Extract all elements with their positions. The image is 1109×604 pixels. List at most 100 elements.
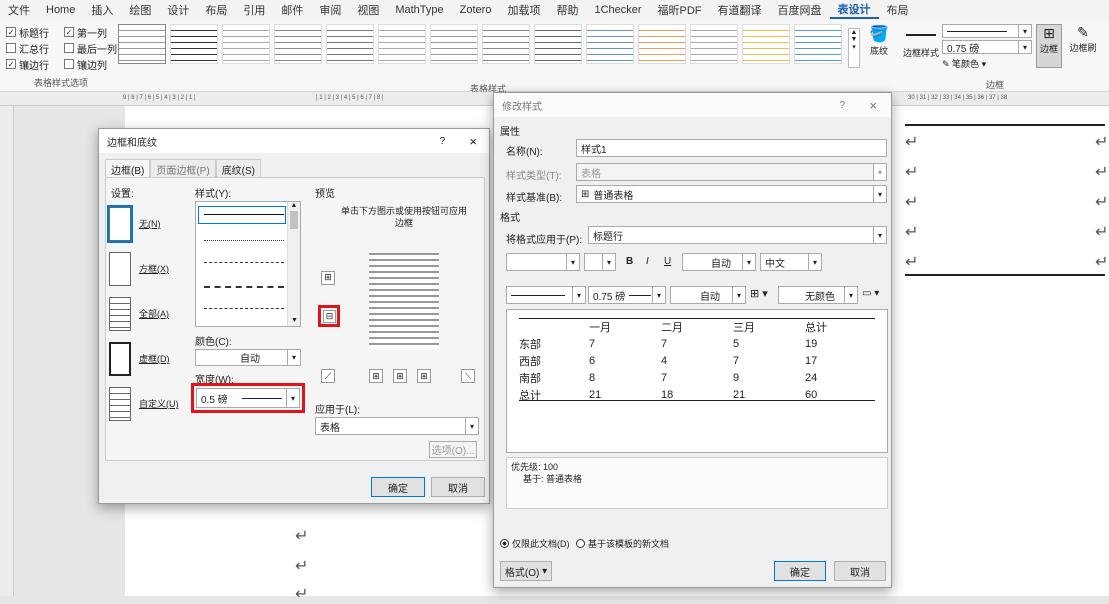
- table-style-thumbnail[interactable]: [534, 24, 582, 64]
- line-width-select[interactable]: 0.75 磅 ▾: [588, 286, 666, 304]
- table-option-checkbox[interactable]: ✓ 标题行: [6, 24, 64, 40]
- setting-option[interactable]: 无(N): [107, 201, 189, 246]
- close-icon[interactable]: ×: [469, 134, 477, 149]
- menu-item[interactable]: 有道翻译: [710, 2, 770, 18]
- table-style-thumbnail[interactable]: [378, 24, 426, 64]
- table-option-checkbox[interactable]: 镶边列: [64, 56, 122, 72]
- table-style-thumbnail[interactable]: [638, 24, 686, 64]
- menu-item[interactable]: 表设计: [829, 1, 879, 19]
- border-toggle-button[interactable]: ⊞: [417, 369, 431, 383]
- menu-item[interactable]: 百度网盘: [770, 2, 830, 18]
- menu-item[interactable]: 绘图: [121, 2, 159, 18]
- table-style-thumbnail[interactable]: [430, 24, 478, 64]
- ok-button[interactable]: 确定: [774, 561, 826, 581]
- gallery-scroll[interactable]: ▲ ▼ ▾: [848, 28, 860, 68]
- shading-icon[interactable]: ▭ ▾: [862, 288, 879, 299]
- pen-style-select[interactable]: ▾: [942, 24, 1032, 38]
- menu-item[interactable]: 邮件: [273, 2, 311, 18]
- menu-item[interactable]: 布局: [879, 2, 917, 18]
- width-select[interactable]: 0.5 磅 ▾: [196, 388, 300, 408]
- border-toggle-button[interactable]: ⟋: [321, 369, 335, 383]
- shading-button[interactable]: 🪣 底纹: [864, 24, 894, 57]
- table-style-thumbnail[interactable]: [742, 24, 790, 64]
- menu-item[interactable]: MathType: [387, 4, 451, 16]
- line-style-list[interactable]: ▲ ▼: [195, 201, 301, 327]
- table-style-thumbnail[interactable]: [482, 24, 530, 64]
- table-option-checkbox[interactable]: ✓ 镶边行: [6, 56, 64, 72]
- pen-color-button[interactable]: ✎ 笔颜色 ▾: [942, 57, 1032, 70]
- apply-to-select[interactable]: 表格 ▾: [315, 417, 479, 435]
- help-icon[interactable]: ?: [439, 136, 445, 147]
- pen-weight-select[interactable]: 0.75 磅 ▾: [942, 40, 1032, 55]
- table-cell: 9: [733, 371, 740, 384]
- border-toggle-button[interactable]: ⊞: [369, 369, 383, 383]
- italic-button[interactable]: I: [646, 256, 649, 267]
- border-icon[interactable]: ⊞ ▾: [750, 287, 768, 300]
- table-style-thumbnail[interactable]: [794, 24, 842, 64]
- table-option-checkbox[interactable]: ✓ 第一列: [64, 24, 122, 40]
- language-select[interactable]: 中文 ▾: [760, 253, 822, 271]
- tab-1[interactable]: 页面边框(P): [150, 159, 216, 179]
- help-icon[interactable]: ?: [839, 100, 845, 111]
- style-based-select[interactable]: ⊞ 普通表格 ▾: [576, 185, 887, 203]
- border-toggle-button[interactable]: ⊞: [393, 369, 407, 383]
- menu-item[interactable]: 文件: [0, 2, 38, 18]
- cancel-button[interactable]: 取消: [834, 561, 886, 581]
- menu-item[interactable]: 插入: [83, 2, 121, 18]
- font-size-select[interactable]: ▾: [584, 253, 616, 271]
- border-styles-button[interactable]: 边框样式: [902, 28, 940, 59]
- table-style-thumbnail[interactable]: [118, 24, 166, 64]
- setting-option[interactable]: 虚框(D): [109, 336, 189, 381]
- border-painter-button[interactable]: ✎ 边框刷: [1066, 24, 1100, 54]
- border-top-button[interactable]: ⊞: [321, 271, 335, 285]
- options-button[interactable]: 选项(O)...: [429, 441, 477, 458]
- bold-button[interactable]: B: [626, 256, 633, 267]
- font-color-select[interactable]: 自动 ▾: [682, 253, 756, 271]
- borders-button[interactable]: ⊞ 边框: [1036, 24, 1062, 68]
- cancel-button[interactable]: 取消: [431, 477, 485, 497]
- table-style-thumbnail[interactable]: [690, 24, 738, 64]
- table-style-thumbnail[interactable]: [586, 24, 634, 64]
- font-name-select[interactable]: ▾: [506, 253, 580, 271]
- scrollbar[interactable]: ▲ ▼: [287, 202, 300, 326]
- table-cell: 60: [805, 388, 818, 401]
- preview-diagram[interactable]: [369, 253, 439, 349]
- table-style-thumbnail[interactable]: [274, 24, 322, 64]
- radio-new-documents[interactable]: 基于该模板的新文档: [576, 537, 669, 550]
- radio-this-document[interactable]: 仅限此文档(D): [500, 537, 570, 550]
- line-style-select[interactable]: ▾: [506, 286, 586, 304]
- menu-item[interactable]: Home: [38, 4, 83, 16]
- border-toggle-button[interactable]: ⟍: [461, 369, 475, 383]
- close-icon[interactable]: ×: [869, 98, 877, 113]
- color-select[interactable]: 自动 ▾: [195, 349, 301, 366]
- tab-2[interactable]: 底纹(S): [215, 159, 262, 179]
- inside-horizontal-button[interactable]: ⊟: [323, 310, 336, 323]
- menu-item[interactable]: 审阅: [311, 2, 349, 18]
- format-button[interactable]: 格式(O) ▾: [500, 561, 552, 581]
- menu-item[interactable]: 布局: [197, 2, 235, 18]
- setting-option[interactable]: 自定义(U): [109, 381, 189, 426]
- table-option-checkbox[interactable]: 汇总行: [6, 40, 64, 56]
- apply-format-select[interactable]: 标题行 ▾: [588, 226, 887, 244]
- setting-preview-icon: [109, 341, 131, 376]
- tab-0[interactable]: 边框(B): [105, 159, 151, 179]
- menu-item[interactable]: 设计: [159, 2, 197, 18]
- setting-option[interactable]: 方框(X): [109, 246, 189, 291]
- menu-item[interactable]: 加载项: [499, 2, 548, 18]
- menu-item[interactable]: 引用: [235, 2, 273, 18]
- shading-color-select[interactable]: 无颜色 ▾: [778, 286, 858, 304]
- menu-item[interactable]: 1Checker: [586, 4, 649, 16]
- menu-item[interactable]: 帮助: [548, 2, 586, 18]
- line-color-select[interactable]: 自动 ▾: [670, 286, 746, 304]
- menu-item[interactable]: 福昕PDF: [650, 2, 710, 18]
- table-option-checkbox[interactable]: 最后一列: [64, 40, 122, 56]
- table-style-thumbnail[interactable]: [170, 24, 218, 64]
- menu-item[interactable]: Zotero: [452, 4, 500, 16]
- underline-button[interactable]: U: [664, 256, 671, 267]
- style-name-input[interactable]: 样式1: [576, 139, 887, 157]
- menu-item[interactable]: 视图: [349, 2, 387, 18]
- table-style-thumbnail[interactable]: [222, 24, 270, 64]
- table-style-thumbnail[interactable]: [326, 24, 374, 64]
- setting-option[interactable]: 全部(A): [109, 291, 189, 336]
- ok-button[interactable]: 确定: [371, 477, 425, 497]
